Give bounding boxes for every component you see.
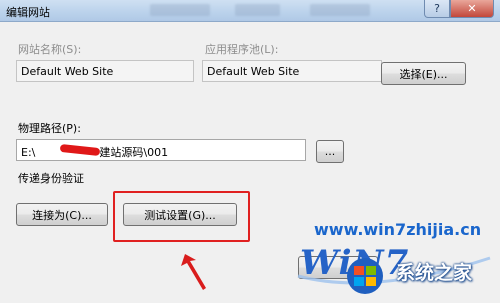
site-name-label: 网站名称(S): <box>18 43 82 56</box>
select-app-pool-button[interactable]: 选择(E)... <box>381 62 466 85</box>
watermark-chinese: 系统之家 <box>396 262 473 284</box>
connect-as-button[interactable]: 连接为(C)... <box>16 203 108 226</box>
app-pool-field: Default Web Site <box>202 60 382 82</box>
browse-button[interactable]: ... <box>316 140 344 163</box>
site-name-field: Default Web Site <box>16 60 194 82</box>
physical-path-label: 物理路径(P): <box>18 122 81 135</box>
path-prefix: E:\ <box>21 146 36 159</box>
title-bar: 编辑网站 ? ✕ <box>0 0 500 22</box>
close-icon[interactable]: ✕ <box>450 0 494 18</box>
title-blurred-text <box>150 4 210 16</box>
path-suffix: 建站源码\001 <box>99 146 169 159</box>
windows-logo-icon <box>347 258 383 294</box>
pass-through-auth-label: 传递身份验证 <box>18 172 84 185</box>
minimize-icon[interactable]: ? <box>424 0 450 18</box>
window-controls: ? ✕ <box>424 0 494 18</box>
title-blurred-text <box>310 4 370 16</box>
watermark-url: www.win7zhijia.cn <box>314 220 482 239</box>
arrow-icon <box>181 254 206 290</box>
app-pool-label: 应用程序池(L): <box>205 43 279 56</box>
window-title: 编辑网站 <box>6 6 50 19</box>
title-blurred-text <box>235 4 280 16</box>
highlight-box <box>113 191 250 242</box>
